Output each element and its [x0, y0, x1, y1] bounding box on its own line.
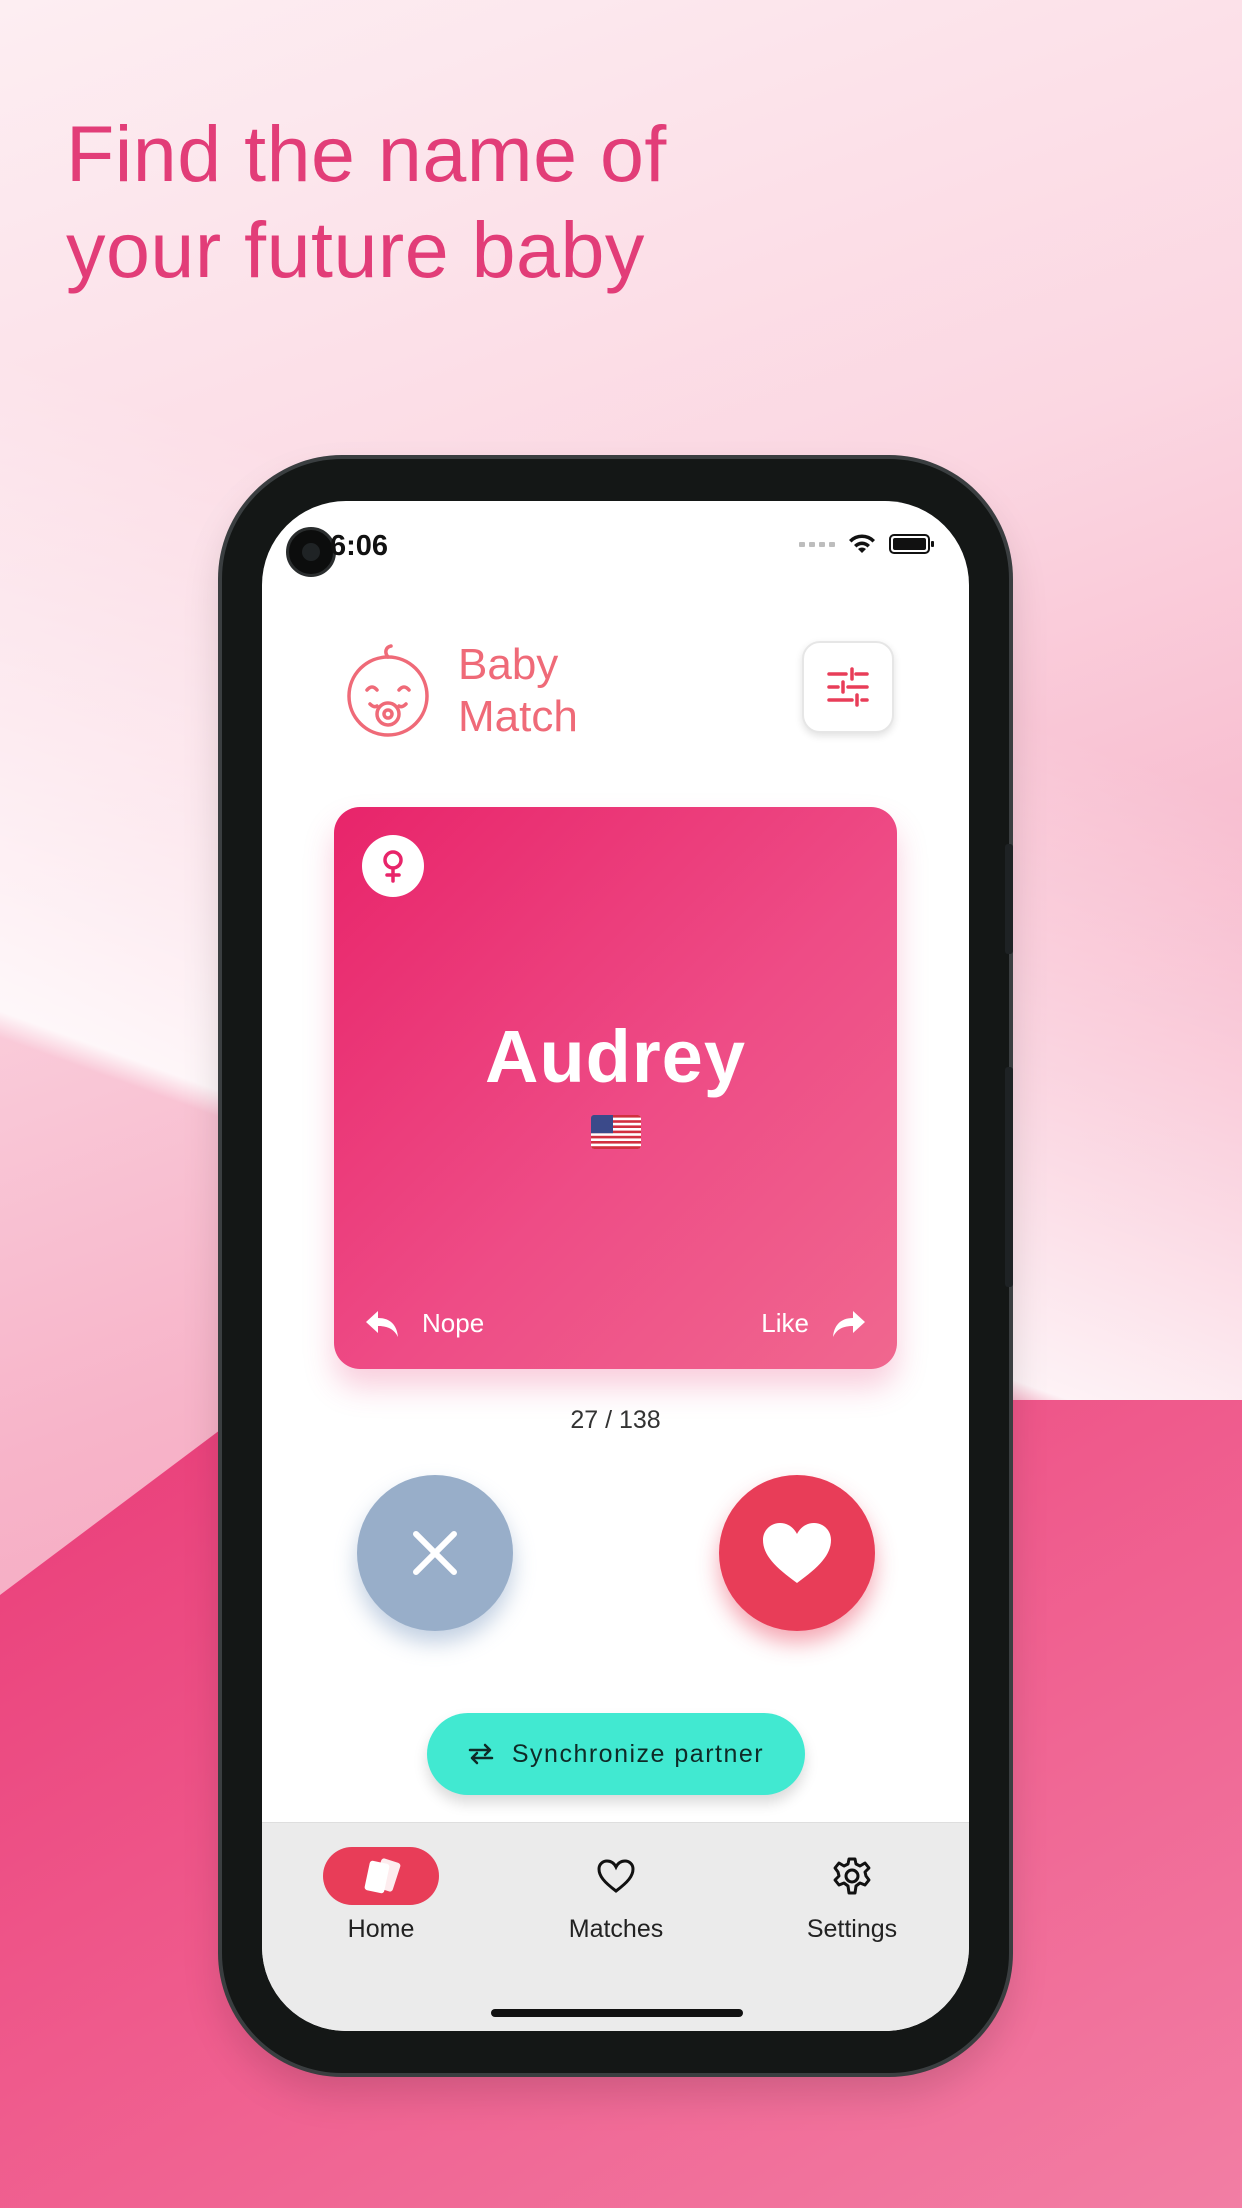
female-icon: [383, 850, 403, 883]
cellular-signal-icon: [799, 541, 835, 547]
nope-label: Nope: [422, 1308, 485, 1338]
name-card[interactable]: Audrey Nope Like: [334, 807, 897, 1369]
sliders-icon: [827, 667, 869, 707]
name-counter: 27 / 138: [570, 1406, 661, 1434]
nav-settings-indicator: [794, 1847, 910, 1905]
status-time: 6:06: [330, 530, 389, 562]
heart-icon: [763, 1523, 831, 1583]
cards-icon: [364, 1858, 401, 1894]
us-flag-icon: [591, 1115, 641, 1149]
bottom-navigation: Home Matches Settings: [262, 1822, 969, 2031]
status-icons: [799, 533, 935, 555]
nav-home-indicator: [323, 1847, 439, 1905]
app-header: Baby Match: [344, 639, 578, 743]
hero-title-line-2: your future baby: [66, 205, 645, 294]
swipe-like-hint: Like: [761, 1308, 867, 1339]
nav-label-matches: Matches: [568, 1915, 664, 1943]
nope-button[interactable]: [357, 1475, 513, 1631]
front-camera: [286, 527, 336, 577]
reply-arrow-icon: [366, 1310, 398, 1337]
hero-title: Find the name of your future baby: [66, 106, 966, 298]
synchronize-partner-button[interactable]: Synchronize partner: [427, 1713, 805, 1795]
hero-title-line-1: Find the name of: [66, 109, 667, 198]
forward-arrow-icon: [833, 1310, 865, 1337]
close-icon: [413, 1531, 457, 1575]
baby-name: Audrey: [485, 1015, 746, 1098]
heart-outline-icon: [597, 1859, 635, 1893]
nav-label-settings: Settings: [806, 1915, 898, 1943]
swap-arrows-icon: [468, 1743, 494, 1765]
swipe-nope-hint: Nope: [364, 1308, 484, 1339]
nav-item-home[interactable]: Home: [281, 1847, 481, 1944]
like-button[interactable]: [719, 1475, 875, 1631]
phone-frame: 6:06 Baby Match Audrey Nope Like 27 / 13…: [222, 459, 1013, 2073]
app-name-line-2: Match: [458, 692, 578, 741]
synchronize-partner-label: Synchronize partner: [511, 1739, 765, 1768]
baby-face-icon: [347, 644, 429, 737]
gear-icon: [833, 1857, 871, 1895]
like-label: Like: [761, 1308, 809, 1338]
nav-label-home: Home: [347, 1915, 415, 1943]
battery-icon: [889, 534, 934, 554]
wifi-icon: [849, 534, 875, 553]
nav-matches-indicator: [558, 1847, 674, 1905]
phone-side-button-upper: [1005, 844, 1013, 954]
nav-item-matches[interactable]: Matches: [516, 1847, 716, 1944]
filter-button[interactable]: [802, 641, 894, 733]
phone-screen: 6:06 Baby Match Audrey Nope Like 27 / 13…: [262, 501, 969, 2031]
phone-side-button-lower: [1005, 1067, 1013, 1287]
gender-badge: [362, 835, 424, 897]
app-name-line-1: Baby: [458, 640, 559, 689]
app-name: Baby Match: [458, 639, 578, 743]
nav-item-settings[interactable]: Settings: [752, 1847, 952, 1944]
home-indicator-bar[interactable]: [491, 2009, 743, 2017]
